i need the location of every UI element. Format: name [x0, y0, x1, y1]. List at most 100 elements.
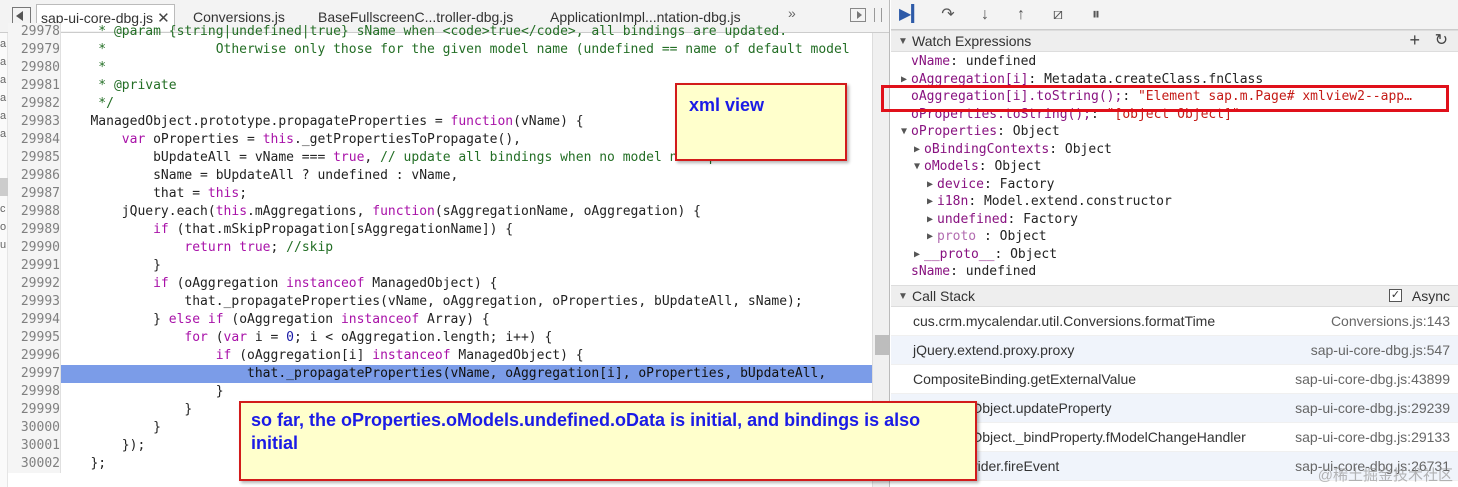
- expanded-triangle-icon[interactable]: ▼: [901, 123, 907, 141]
- watch-item[interactable]: ▼ oProperties: Object: [891, 123, 1458, 141]
- code-line[interactable]: 29995 for (var i = 0; i < oAggregation.l…: [8, 329, 874, 347]
- line-number[interactable]: 29993: [8, 293, 60, 311]
- line-number[interactable]: 29994: [8, 311, 60, 329]
- watch-item[interactable]: ▶ i18n: Model.extend.constructor: [891, 193, 1458, 211]
- frame-location[interactable]: sap-ui-core-dbg.js:29133: [1295, 423, 1450, 452]
- line-number[interactable]: 29997: [8, 365, 60, 383]
- navigator-letter: a: [0, 38, 7, 50]
- line-number[interactable]: 29992: [8, 275, 60, 293]
- watch-name: __proto__: [924, 246, 995, 262]
- code-line[interactable]: 29987 that = this;: [8, 185, 874, 203]
- line-number[interactable]: 29995: [8, 329, 60, 347]
- code-line[interactable]: 29979 * Otherwise only those for the giv…: [8, 41, 874, 59]
- resume-icon[interactable]: ▶▎: [899, 5, 924, 25]
- code-line[interactable]: 29992 if (oAggregation instanceof Manage…: [8, 275, 874, 293]
- watch-expressions-header[interactable]: ▼ Watch Expressions + ↻: [891, 30, 1458, 52]
- code-text: that = this;: [67, 186, 248, 201]
- line-number[interactable]: 29982: [8, 95, 60, 113]
- collapsed-triangle-icon[interactable]: ▶: [914, 141, 920, 159]
- watch-item[interactable]: sName: undefined: [891, 263, 1458, 281]
- more-tabs-button[interactable]: »: [788, 5, 796, 21]
- call-frame[interactable]: cus.crm.mycalendar.util.Conversions.form…: [891, 307, 1458, 336]
- line-number[interactable]: 30002: [8, 455, 60, 473]
- watch-entry: i18n: Model.extend.constructor: [937, 193, 1172, 211]
- watch-item[interactable]: ▶ proto : Object: [891, 228, 1458, 246]
- navigator-letter: a: [0, 92, 7, 104]
- add-expression-icon[interactable]: +: [1409, 30, 1420, 51]
- collapsed-triangle-icon[interactable]: ▶: [927, 228, 933, 246]
- step-out-icon[interactable]: ↑: [1010, 5, 1032, 25]
- line-number[interactable]: 30000: [8, 419, 60, 437]
- line-number[interactable]: 29979: [8, 41, 60, 59]
- watch-item[interactable]: ▼ oModels: Object: [891, 158, 1458, 176]
- line-number[interactable]: 29986: [8, 167, 60, 185]
- frame-function: cus.crm.mycalendar.util.Conversions.form…: [913, 313, 1216, 329]
- frame-location[interactable]: sap-ui-core-dbg.js:43899: [1295, 365, 1450, 394]
- collapsed-triangle-icon[interactable]: ▶: [914, 246, 920, 264]
- watch-item[interactable]: ▶ oBindingContexts: Object: [891, 141, 1458, 159]
- line-number[interactable]: 29988: [8, 203, 60, 221]
- line-number[interactable]: 29998: [8, 383, 60, 401]
- expanded-triangle-icon[interactable]: ▼: [914, 158, 920, 176]
- navigator-letter: o: [0, 221, 7, 233]
- watch-item[interactable]: ▶ undefined: Factory: [891, 211, 1458, 229]
- collapsed-triangle-icon[interactable]: ▶: [927, 193, 933, 211]
- frame-location[interactable]: sap-ui-core-dbg.js:547: [1311, 336, 1450, 365]
- code-line[interactable]: 29994 } else if (oAggregation instanceof…: [8, 311, 874, 329]
- scrollbar-thumb[interactable]: [875, 335, 889, 355]
- async-label: Async: [1411, 288, 1450, 304]
- code-text: for (var i = 0; i < oAggregation.length;…: [184, 330, 553, 345]
- watch-item[interactable]: ▶ device: Factory: [891, 176, 1458, 194]
- code-line[interactable]: 29986 sName = bUpdateAll ? undefined : v…: [8, 167, 874, 185]
- watch-name: vName: [911, 54, 951, 69]
- line-number[interactable]: 29985: [8, 149, 60, 167]
- watch-separator: :: [1049, 141, 1065, 157]
- refresh-icon[interactable]: ↻: [1435, 30, 1448, 51]
- code-line[interactable]: 29989 if (that.mSkipPropagation[sAggrega…: [8, 221, 874, 239]
- line-number[interactable]: 29987: [8, 185, 60, 203]
- watch-item[interactable]: ▶ __proto__: Object: [891, 246, 1458, 264]
- watch-item[interactable]: vName: undefined: [891, 53, 1458, 71]
- line-number[interactable]: 29990: [8, 239, 60, 257]
- line-number[interactable]: 29981: [8, 77, 60, 95]
- code-line[interactable]: 29996 if (oAggregation[i] instanceof Man…: [8, 347, 874, 365]
- call-frame[interactable]: jQuery.extend.proxy.proxy sap-ui-core-dbg…: [891, 336, 1458, 365]
- step-over-icon[interactable]: ↷: [937, 5, 959, 25]
- code-text: var oProperties = this._getPropertiesToP…: [121, 132, 521, 147]
- navigator-letter: c: [0, 203, 6, 215]
- current-execution-line[interactable]: 29997 that._propagateProperties(vName, o…: [8, 365, 874, 383]
- collapsed-triangle-icon[interactable]: ▶: [927, 176, 933, 194]
- frame-location[interactable]: Conversions.js:143: [1331, 307, 1450, 336]
- watch-name: i18n: [937, 194, 969, 209]
- line-number[interactable]: 29996: [8, 347, 60, 365]
- line-number[interactable]: 29999: [8, 401, 60, 419]
- code-line[interactable]: 29988 jQuery.each(this.mAggregations, fu…: [8, 203, 874, 221]
- code-line[interactable]: 29978 * @param {string|undefined|true} s…: [8, 23, 874, 41]
- highlight-box: [881, 85, 1449, 112]
- toggle-debugger-icon[interactable]: [850, 8, 866, 22]
- call-frame[interactable]: CompositeBinding.getExternalValue sap-ui-…: [891, 365, 1458, 394]
- line-number[interactable]: 29991: [8, 257, 60, 275]
- code-line[interactable]: 29993 that._propagateProperties(vName, o…: [8, 293, 874, 311]
- call-stack-header[interactable]: ▼ Call Stack ✓ Async: [891, 285, 1458, 307]
- line-number[interactable]: 29983: [8, 113, 60, 131]
- async-checkbox[interactable]: ✓: [1389, 289, 1402, 302]
- watch-separator: :: [978, 159, 995, 174]
- line-number[interactable]: 29989: [8, 221, 60, 239]
- line-number[interactable]: 29980: [8, 59, 60, 77]
- pause-on-exceptions-icon[interactable]: ⏸: [1085, 5, 1107, 25]
- code-line[interactable]: 29998 }: [8, 383, 874, 401]
- pause-icon[interactable]: [874, 8, 882, 22]
- section-title: Call Stack: [912, 288, 976, 304]
- navigator-selection: [0, 178, 8, 196]
- code-line[interactable]: 29991 }: [8, 257, 874, 275]
- line-number[interactable]: 30001: [8, 437, 60, 455]
- frame-location[interactable]: sap-ui-core-dbg.js:29239: [1295, 394, 1450, 423]
- line-number[interactable]: 29984: [8, 131, 60, 149]
- line-number[interactable]: 29978: [8, 23, 60, 41]
- deactivate-breakpoints-icon[interactable]: ⧄: [1047, 5, 1069, 25]
- code-line[interactable]: 29990 return true; //skip: [8, 239, 874, 257]
- step-into-icon[interactable]: ↓: [974, 5, 996, 25]
- collapsed-triangle-icon[interactable]: ▶: [927, 211, 933, 229]
- code-line[interactable]: 29980 *: [8, 59, 874, 77]
